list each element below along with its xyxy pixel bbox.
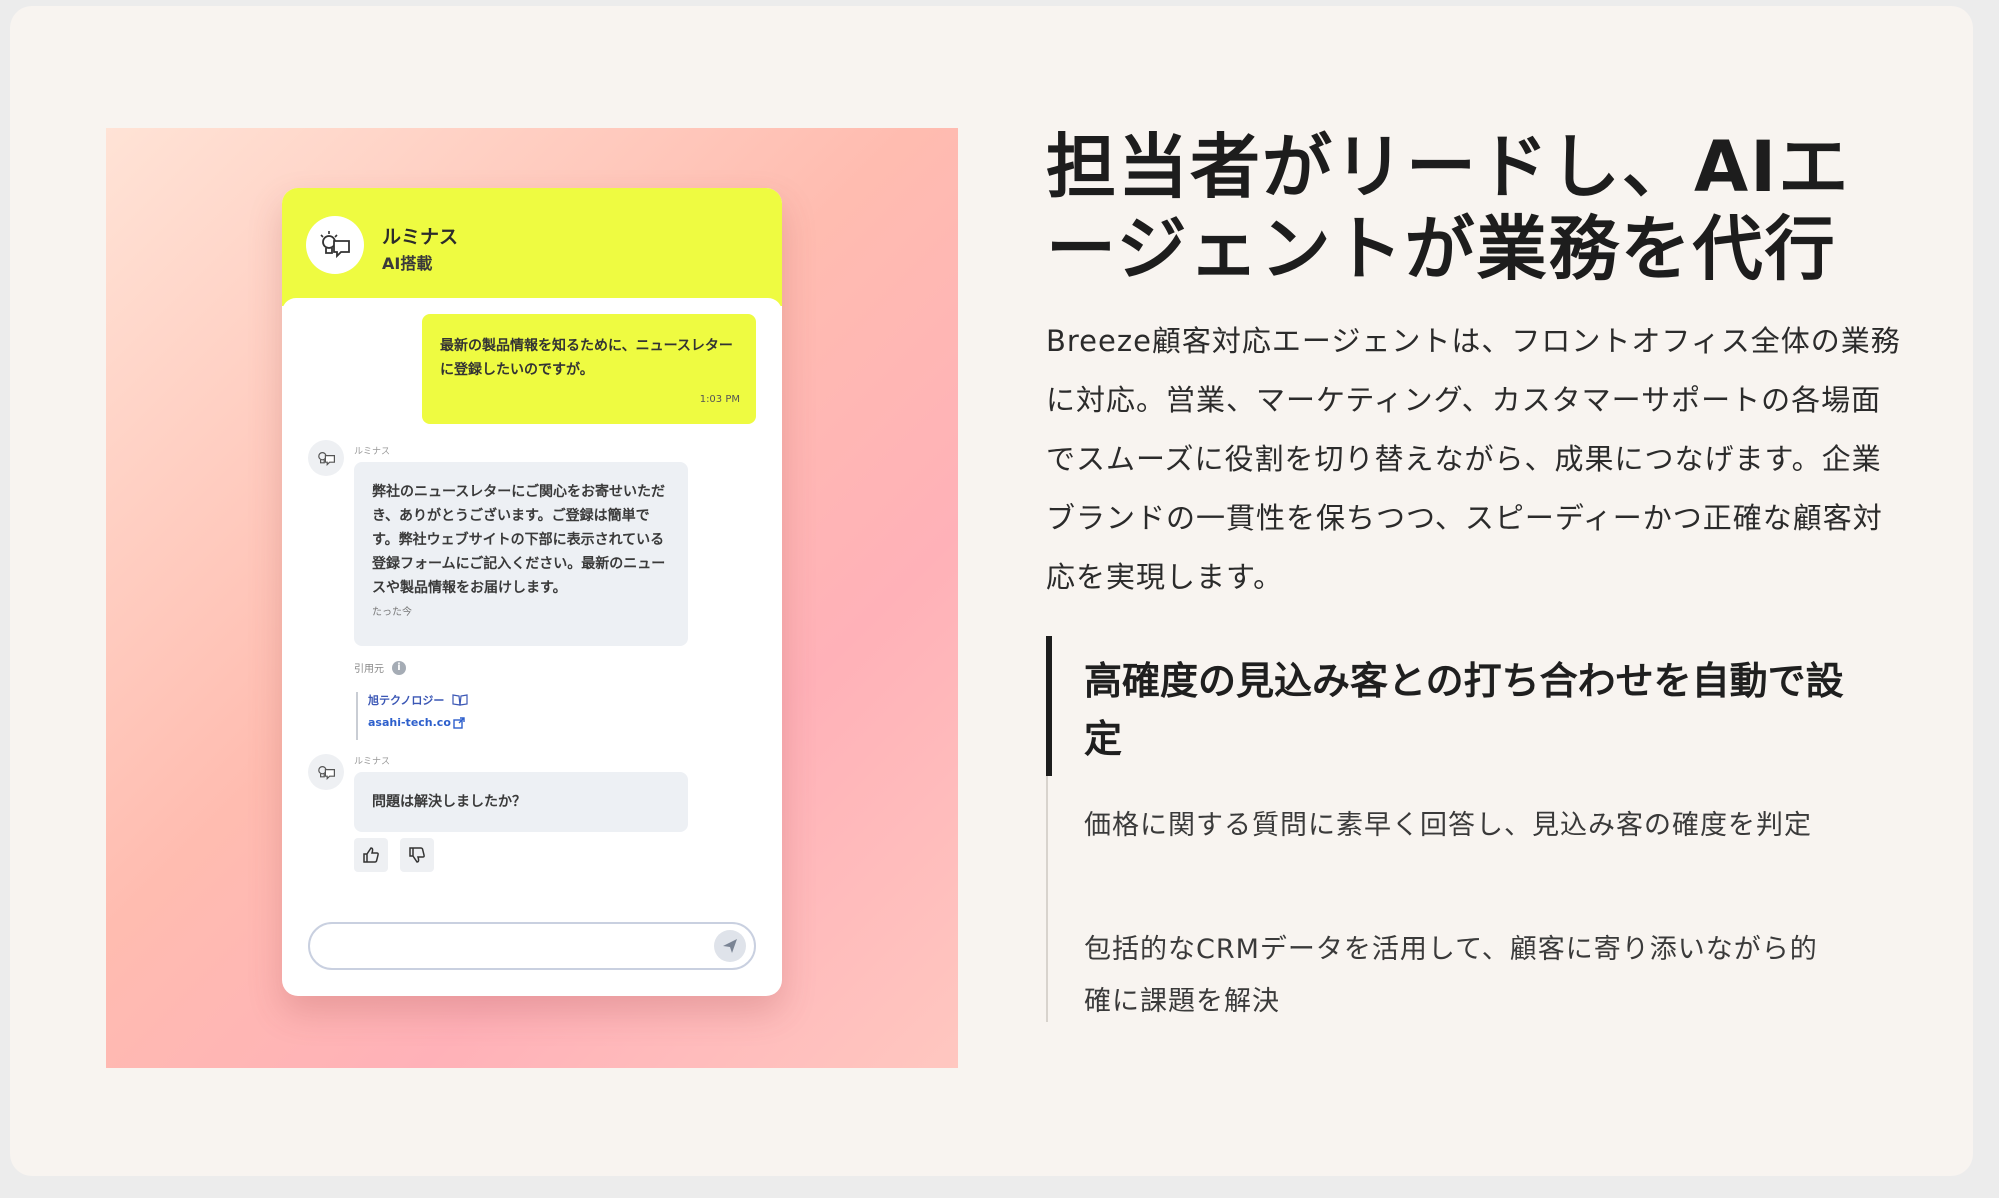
user-message-text: 最新の製品情報を知るために、ニュースレターに登録したいのですが。: [440, 338, 733, 378]
lightbulb-chat-icon: [308, 440, 344, 476]
send-icon: [723, 939, 737, 953]
thumbs-down-icon: [409, 847, 425, 863]
feature-item: 包括的なCRMデータを活用して、顧客に寄り添いながら的確に課題を解決: [1084, 934, 1818, 1017]
citation-box: 旭テクノロジー asahi-tech.co: [356, 692, 468, 740]
feature-title[interactable]: 高確度の見込み客との打ち合わせを自動で設定: [1084, 652, 1844, 768]
assistant-subtitle: AI搭載: [382, 254, 433, 273]
feature-card: ルミナス AI搭載 最新の製品情報を知るために、ニュースレターに登録したいのです…: [10, 6, 1973, 1176]
message-input[interactable]: [308, 922, 756, 970]
thumbs-up-icon: [363, 847, 379, 863]
bot-sender-label: ルミナス: [354, 447, 391, 457]
info-icon[interactable]: i: [392, 660, 406, 675]
chat-header: ルミナス AI搭載: [282, 188, 782, 306]
send-button[interactable]: [714, 930, 746, 962]
user-message: 最新の製品情報を知るために、ニュースレターに登録したいのですが。 1:03 PM: [422, 314, 756, 424]
lead-paragraph: Breeze顧客対応エージェントは、フロントオフィス全体の業務に対応。営業、マー…: [1046, 324, 1901, 594]
page-title: 担当者がリードし、AIエ ージェントが業務を代行: [1046, 126, 1851, 290]
feature-item: 価格に関する質問に素早く回答し、見込み客の確度を判定: [1084, 810, 1812, 841]
active-indicator: [1046, 636, 1052, 776]
chat-widget: ルミナス AI搭載 最新の製品情報を知るために、ニュースレターに登録したいのです…: [282, 188, 782, 996]
thumbs-down-button[interactable]: [400, 838, 434, 872]
lightbulb-chat-icon: [308, 754, 344, 790]
bot-message-text: 問題は解決しましたか？: [372, 794, 526, 810]
content-panel: 担当者がリードし、AIエ ージェントが業務を代行 Breeze顧客対応エージェン…: [1046, 126, 1906, 1022]
external-link-icon: [453, 716, 465, 729]
citation-link[interactable]: asahi-tech.co: [368, 716, 468, 729]
bot-message-time: たった今: [372, 607, 412, 618]
lightbulb-chat-icon: [306, 216, 364, 274]
thumbs-up-button[interactable]: [354, 838, 388, 872]
bot-sender-label: ルミナス: [354, 757, 391, 767]
bot-message-text: 弊社のニュースレターにご関心をお寄せいただき、ありがとうございます。ご登録は簡単…: [372, 484, 666, 596]
hero-visual: ルミナス AI搭載 最新の製品情報を知るために、ニュースレターに登録したいのです…: [106, 128, 958, 1068]
bot-message: 問題は解決しましたか？: [354, 772, 688, 832]
citation-source[interactable]: 旭テクノロジー: [368, 692, 468, 708]
citation-label: 引用元 i: [354, 660, 406, 675]
assistant-name: ルミナス: [382, 226, 459, 248]
book-icon: [452, 694, 468, 706]
user-message-time: 1:03 PM: [699, 394, 740, 405]
bot-message: 弊社のニュースレターにご関心をお寄せいただき、ありがとうございます。ご登録は簡単…: [354, 462, 688, 646]
